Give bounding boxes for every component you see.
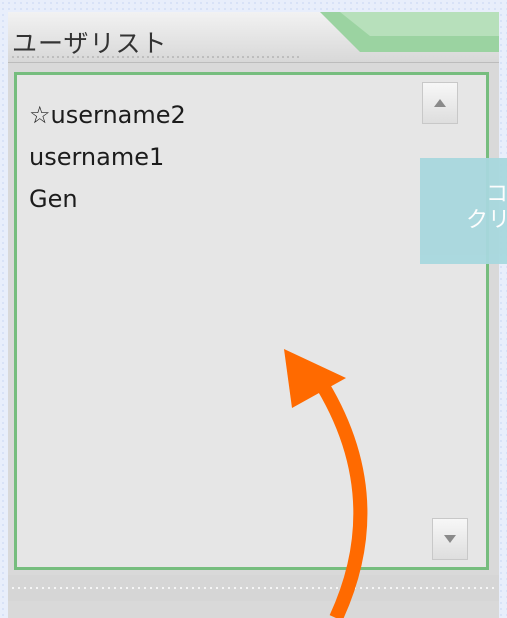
- list-item[interactable]: ☆username2: [29, 97, 186, 139]
- triangle-up-icon: [434, 99, 446, 107]
- panel-footer: [8, 575, 499, 601]
- list-item[interactable]: Gen: [29, 181, 186, 223]
- header-divider: [12, 56, 299, 58]
- footer-divider: [12, 587, 495, 589]
- scroll-down-button[interactable]: [432, 518, 468, 560]
- user-listbox[interactable]: ☆username2 username1 Gen: [14, 72, 489, 570]
- triangle-down-icon: [444, 535, 456, 543]
- header-accent-stripe: [320, 12, 499, 52]
- scroll-up-button[interactable]: [422, 82, 458, 124]
- tooltip-line: クリ: [466, 208, 507, 233]
- user-list: ☆username2 username1 Gen: [29, 97, 186, 223]
- tooltip-popup: コ クリ: [420, 158, 507, 264]
- list-item[interactable]: username1: [29, 139, 186, 181]
- user-list-panel: ユーザリスト ☆username2 username1 Gen: [8, 12, 499, 618]
- panel-header: ユーザリスト: [8, 12, 499, 63]
- panel-title: ユーザリスト: [12, 29, 168, 58]
